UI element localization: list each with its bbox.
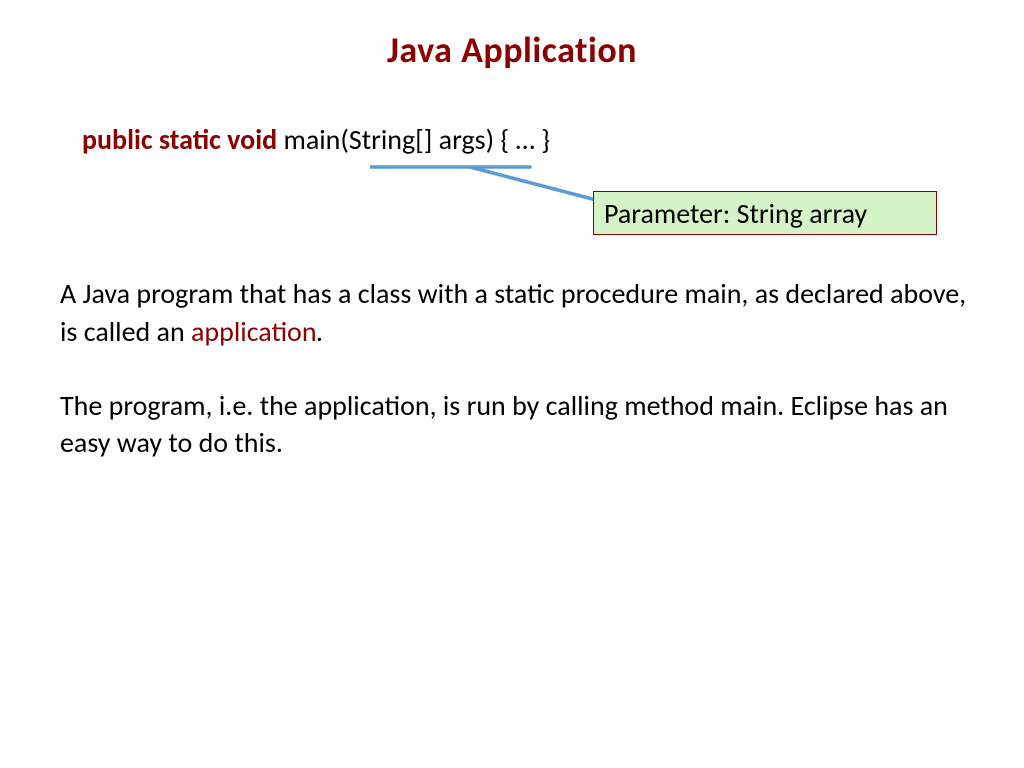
application-word: application	[191, 314, 317, 349]
code-rest: main(String[] args) { … }	[277, 122, 550, 157]
callout-text: Parameter: String array	[604, 196, 867, 231]
code-signature: public static void main(String[] args) {…	[82, 122, 1024, 157]
parameter-callout: Parameter: String array	[593, 191, 937, 235]
slide-title: Java Application	[0, 0, 1024, 72]
code-keywords: public static void	[82, 122, 277, 157]
paragraph-2: The program, i.e. the application, is ru…	[60, 387, 970, 463]
callout-connector	[370, 153, 630, 213]
paragraph-1: A Java program that has a class with a s…	[60, 275, 970, 351]
para1-dot: .	[317, 314, 324, 349]
body-text: A Java program that has a class with a s…	[60, 275, 970, 498]
